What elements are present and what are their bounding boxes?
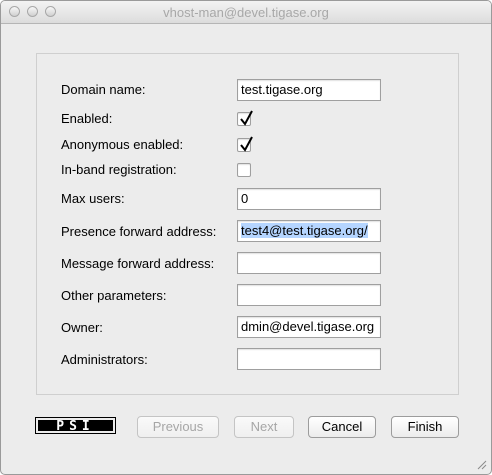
max-users-field[interactable]: 0 xyxy=(237,188,381,210)
previous-button[interactable]: Previous xyxy=(137,416,219,438)
presence-forward-address-value: test4@test.tigase.org/ xyxy=(241,223,368,238)
enabled-label: Enabled: xyxy=(61,111,113,126)
title-bar[interactable]: vhost-man@devel.tigase.org xyxy=(1,1,491,24)
next-button[interactable]: Next xyxy=(234,416,294,438)
presence-forward-address-label: Presence forward address: xyxy=(61,224,217,239)
in-band-registration-checkbox[interactable] xyxy=(237,163,251,177)
domain-name-label: Domain name: xyxy=(61,82,146,97)
checkmark-icon xyxy=(240,136,253,152)
enabled-checkbox[interactable] xyxy=(237,110,253,126)
domain-name-value: test.tigase.org xyxy=(241,82,323,97)
administrators-field[interactable] xyxy=(237,348,381,370)
resize-grip-icon[interactable] xyxy=(475,458,487,470)
psi-logo: PSI xyxy=(35,417,116,434)
message-forward-address-label: Message forward address: xyxy=(61,256,215,271)
presence-forward-address-field[interactable]: test4@test.tigase.org/ xyxy=(237,220,381,242)
max-users-value: 0 xyxy=(241,191,249,206)
anonymous-enabled-label: Anonymous enabled: xyxy=(61,137,184,152)
owner-field[interactable]: dmin@devel.tigase.org xyxy=(237,316,381,338)
window-title: vhost-man@devel.tigase.org xyxy=(163,5,329,20)
checkmark-icon xyxy=(240,110,253,126)
psi-logo-background: PSI xyxy=(38,419,113,434)
psi-logo-text: PSI xyxy=(56,419,95,434)
owner-label: Owner: xyxy=(61,320,103,335)
other-parameters-label: Other parameters: xyxy=(61,288,167,303)
domain-name-field[interactable]: test.tigase.org xyxy=(237,79,381,101)
in-band-registration-label: In-band registration: xyxy=(61,162,177,177)
owner-value: dmin@devel.tigase.org xyxy=(241,319,375,334)
max-users-label: Max users: xyxy=(61,191,125,206)
cancel-button[interactable]: Cancel xyxy=(308,416,376,438)
anonymous-enabled-checkbox[interactable] xyxy=(237,136,253,152)
message-forward-address-field[interactable] xyxy=(237,252,381,274)
administrators-label: Administrators: xyxy=(61,352,148,367)
other-parameters-field[interactable] xyxy=(237,284,381,306)
finish-button[interactable]: Finish xyxy=(391,416,459,438)
dialog-window: vhost-man@devel.tigase.org Domain name: … xyxy=(0,0,492,475)
